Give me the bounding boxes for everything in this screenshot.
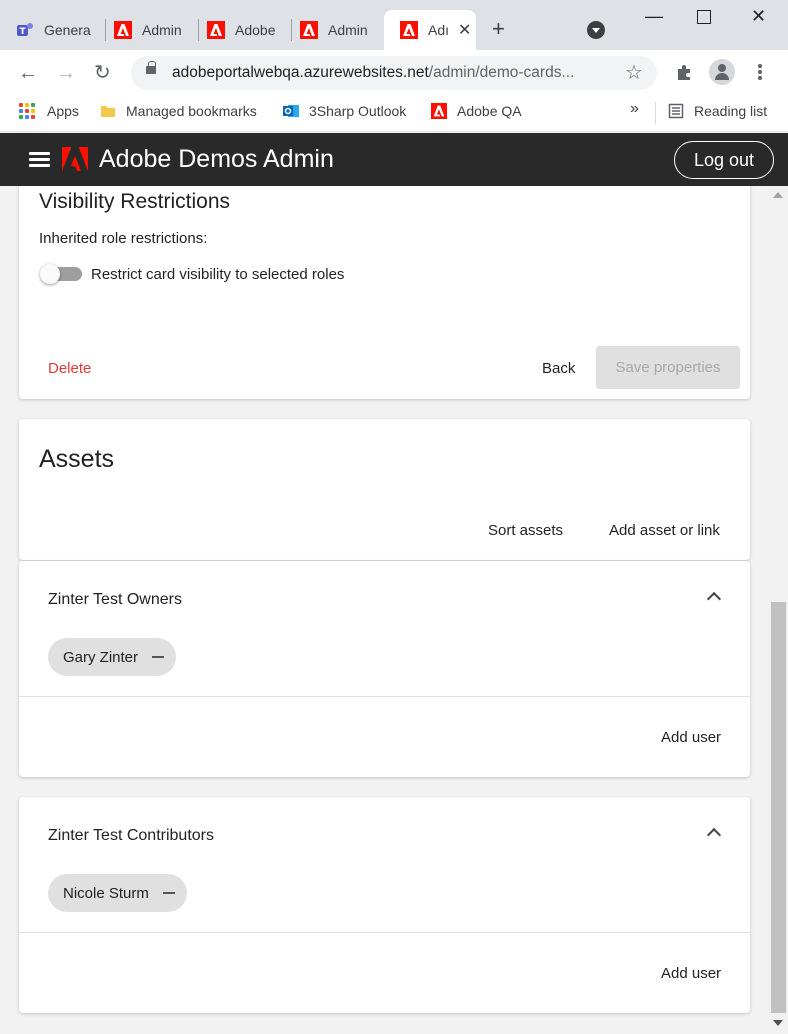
- back-button[interactable]: Back: [542, 360, 575, 377]
- chevron-up-icon[interactable]: [707, 825, 721, 839]
- user-group-card: Zinter Test Contributors Nicole Sturm Ad…: [19, 797, 750, 1013]
- logout-button[interactable]: Log out: [674, 141, 774, 179]
- user-chip: Gary Zinter: [48, 638, 177, 676]
- divider: [19, 696, 750, 697]
- browser-tab-strip: T Genera Admin Adobe Admin Adı ✕ + — ✕: [0, 0, 788, 50]
- user-chip-label: Gary Zinter: [63, 648, 139, 666]
- bookmark-star-icon[interactable]: ☆: [625, 60, 643, 85]
- adobe-logo-icon: [62, 147, 88, 171]
- url-text[interactable]: adobeportalwebqa.azurewebsites.net/admin…: [172, 64, 612, 82]
- bookmarks-overflow-icon[interactable]: »: [630, 100, 639, 118]
- bookmarks-bar: Apps Managed bookmarks 3Sharp Outlook Ad…: [0, 96, 788, 132]
- inherited-roles-label: Inherited role restrictions:: [39, 230, 208, 247]
- reading-list-icon: [668, 103, 684, 119]
- add-user-button[interactable]: Add user: [661, 965, 721, 982]
- profile-avatar-icon[interactable]: [709, 59, 735, 85]
- minimize-icon[interactable]: —: [645, 6, 663, 27]
- section-title: Visibility Restrictions: [39, 190, 230, 213]
- reading-list[interactable]: Reading list: [668, 103, 767, 119]
- remove-user-icon[interactable]: [162, 892, 175, 894]
- tab-search-icon[interactable]: [587, 21, 605, 39]
- bookmark-adobe-qa[interactable]: Adobe QA: [431, 103, 522, 119]
- browser-tab[interactable]: Admin: [98, 10, 198, 50]
- browser-tab-active[interactable]: Adı ✕: [384, 10, 476, 50]
- sort-assets-button[interactable]: Sort assets: [488, 522, 563, 539]
- svg-text:T: T: [20, 27, 27, 37]
- adobe-icon: [114, 21, 132, 39]
- adobe-icon: [431, 103, 447, 119]
- main-content: Visibility Restrictions Inherited role r…: [0, 186, 769, 1034]
- browser-tab[interactable]: Adobe: [191, 10, 291, 50]
- restrict-visibility-toggle[interactable]: [40, 264, 82, 284]
- user-chip-label: Nicole Sturm: [63, 884, 149, 902]
- close-window-icon[interactable]: ✕: [751, 6, 766, 27]
- menu-kebab-icon[interactable]: [757, 63, 763, 81]
- remove-user-icon[interactable]: [152, 656, 165, 658]
- bookmark-managed[interactable]: Managed bookmarks: [100, 103, 257, 119]
- adobe-icon: [400, 21, 418, 39]
- app-title: Adobe Demos Admin: [99, 145, 334, 173]
- extensions-icon[interactable]: [675, 63, 693, 81]
- adobe-icon: [300, 21, 318, 39]
- reload-icon[interactable]: ↻: [94, 62, 111, 84]
- browser-tab[interactable]: Admin: [284, 10, 384, 50]
- url-path: /admin/demo-cards...: [428, 64, 575, 81]
- delete-button[interactable]: Delete: [48, 360, 91, 377]
- add-asset-button[interactable]: Add asset or link: [609, 522, 720, 539]
- forward-arrow-icon[interactable]: →: [56, 62, 76, 84]
- group-name: Zinter Test Contributors: [48, 827, 214, 844]
- bookmark-apps[interactable]: Apps: [19, 103, 79, 119]
- scroll-up-arrow-icon[interactable]: [773, 192, 783, 198]
- close-tab-icon[interactable]: ✕: [458, 20, 471, 40]
- add-user-button[interactable]: Add user: [661, 729, 721, 746]
- folder-icon: [101, 106, 115, 117]
- chevron-up-icon[interactable]: [707, 589, 721, 603]
- save-properties-button[interactable]: Save properties: [596, 346, 740, 389]
- assets-card: Assets Sort assets Add asset or link: [19, 419, 750, 560]
- menu-hamburger-icon[interactable]: [29, 152, 50, 168]
- visibility-restrictions-card: Visibility Restrictions Inherited role r…: [19, 186, 750, 399]
- user-group-card: Zinter Test Owners Gary Zinter Add user: [19, 561, 750, 777]
- group-name: Zinter Test Owners: [48, 591, 182, 608]
- lock-icon: [146, 61, 156, 74]
- section-title: Assets: [39, 445, 115, 473]
- teams-icon: T: [17, 23, 33, 37]
- scrollbar-thumb[interactable]: [771, 602, 786, 1013]
- toggle-label: Restrict card visibility to selected rol…: [91, 266, 345, 283]
- url-host: adobeportalwebqa.azurewebsites.net: [172, 64, 429, 81]
- bookmark-outlook[interactable]: 3Sharp Outlook: [283, 103, 406, 119]
- maximize-icon[interactable]: [697, 10, 711, 24]
- toggle-knob: [40, 264, 60, 284]
- adobe-icon: [207, 21, 225, 39]
- divider: [19, 932, 750, 933]
- address-bar[interactable]: adobeportalwebqa.azurewebsites.net/admin…: [131, 56, 657, 90]
- user-chip: Nicole Sturm: [48, 874, 187, 912]
- browser-toolbar: ← → ↻ adobeportalwebqa.azurewebsites.net…: [0, 50, 788, 96]
- outlook-icon: [283, 105, 299, 117]
- browser-tab[interactable]: T Genera: [0, 10, 105, 50]
- apps-grid-icon: [19, 103, 35, 119]
- back-arrow-icon[interactable]: ←: [18, 62, 38, 84]
- app-header: Adobe Demos Admin Log out: [0, 133, 788, 186]
- scroll-down-arrow-icon[interactable]: [773, 1020, 783, 1026]
- new-tab-icon[interactable]: +: [492, 18, 505, 40]
- bookmarks-divider: [655, 102, 656, 124]
